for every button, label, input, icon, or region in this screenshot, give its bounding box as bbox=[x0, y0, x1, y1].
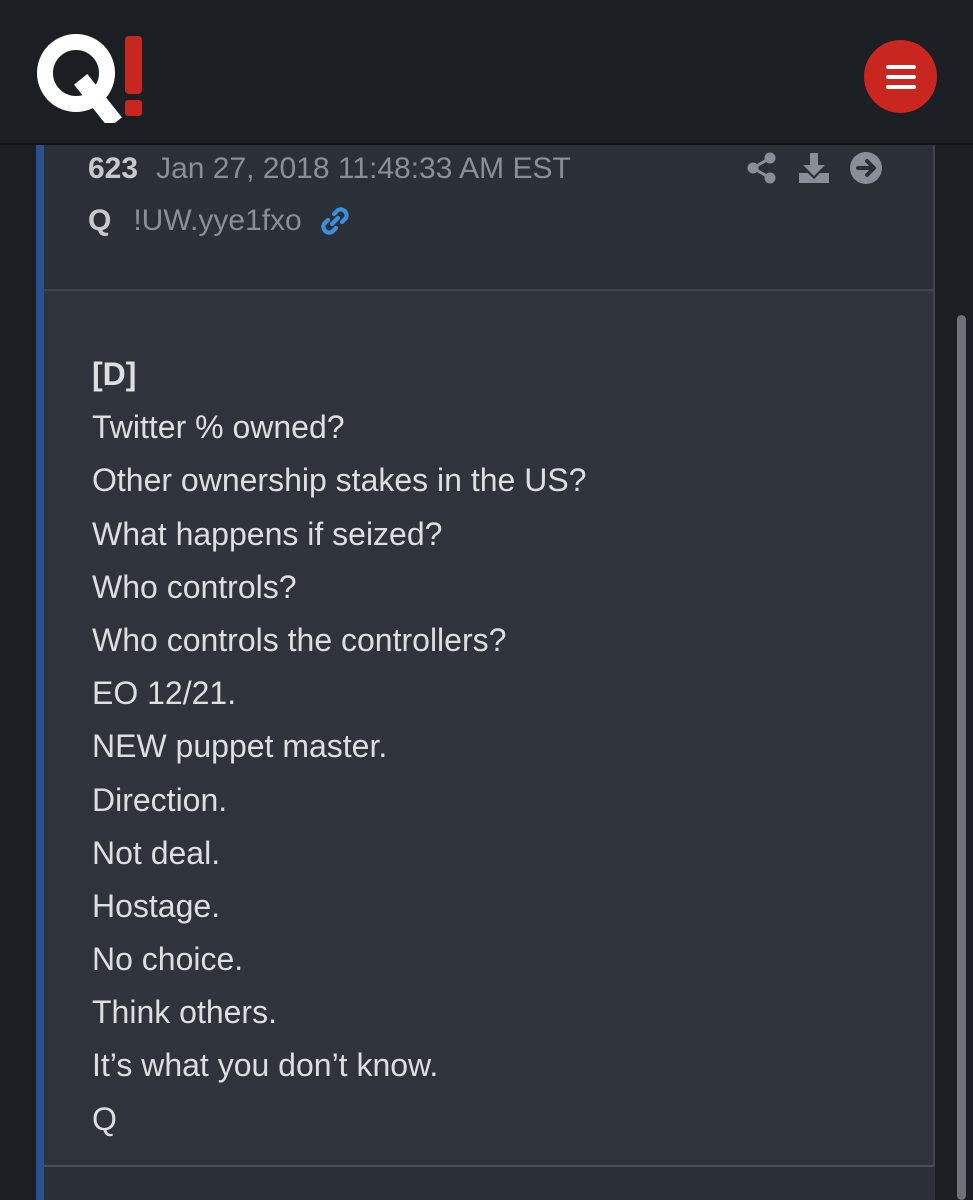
page-content: 623 Jan 27, 2018 11:48:33 AM EST Q !UW.y… bbox=[0, 145, 973, 1200]
arrow-right-circle-icon[interactable] bbox=[849, 151, 883, 185]
post-date: Jan 27, 2018 11:48:33 AM EST bbox=[156, 152, 571, 185]
site-logo[interactable] bbox=[36, 28, 156, 123]
top-bar bbox=[0, 0, 973, 145]
post-line: Think others. bbox=[92, 994, 277, 1031]
post-meta-row: 623 Jan 27, 2018 11:48:33 AM EST bbox=[88, 149, 571, 189]
post-tripcode: !UW.yye1fxo bbox=[133, 204, 302, 237]
post-line: Other ownership stakes in the US? bbox=[92, 462, 587, 499]
post-actions bbox=[745, 151, 883, 185]
post-line: What happens if seized? bbox=[92, 515, 443, 552]
share-icon[interactable] bbox=[745, 151, 779, 185]
post-header: 623 Jan 27, 2018 11:48:33 AM EST Q !UW.y… bbox=[44, 145, 935, 291]
post-author-row: Q !UW.yye1fxo bbox=[88, 201, 352, 241]
post-line: Q bbox=[92, 1100, 117, 1137]
post-line: Twitter % owned? bbox=[92, 409, 345, 446]
post-line: [D] bbox=[92, 356, 137, 392]
post-line: Direction. bbox=[92, 781, 228, 818]
download-icon[interactable] bbox=[797, 151, 831, 185]
next-post-area bbox=[44, 1169, 935, 1200]
post-body: [D] Twitter % owned? Other ownership sta… bbox=[44, 291, 935, 1167]
post-line: NEW puppet master. bbox=[92, 728, 388, 765]
post-line: No choice. bbox=[92, 941, 244, 978]
post-line: Who controls the controllers? bbox=[92, 621, 507, 658]
post-card: 623 Jan 27, 2018 11:48:33 AM EST Q !UW.y… bbox=[36, 145, 935, 1200]
menu-button[interactable] bbox=[864, 40, 937, 113]
post-number[interactable]: 623 bbox=[88, 152, 138, 186]
post-line: Who controls? bbox=[92, 568, 297, 605]
post-line: Hostage. bbox=[92, 887, 221, 924]
page-scrollbar[interactable] bbox=[957, 315, 966, 1200]
post-line: EO 12/21. bbox=[92, 675, 237, 712]
post-message: [D] Twitter % owned? Other ownership sta… bbox=[92, 348, 586, 1146]
link-icon[interactable] bbox=[318, 204, 352, 238]
hamburger-icon bbox=[885, 64, 916, 89]
post-line: Not deal. bbox=[92, 834, 221, 871]
post-line: It’s what you don’t know. bbox=[92, 1047, 439, 1084]
post-author: Q bbox=[88, 204, 112, 237]
